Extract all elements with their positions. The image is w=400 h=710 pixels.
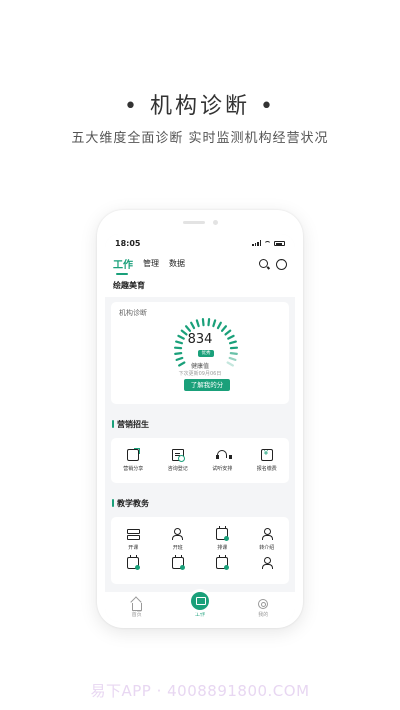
teaching-grid: 开课 开班 排课 转介绍: [111, 517, 289, 584]
gauge-tick: [228, 356, 237, 361]
phone-screen: 18:05 工作 管理 数据 绘趣美育 机构诊断 834 优秀 健康值 下次更新…: [105, 234, 295, 622]
calendar-icon: [127, 555, 141, 570]
gauge-tick: [220, 325, 228, 332]
calendar-icon: [216, 555, 230, 570]
camera: [212, 220, 218, 225]
org-name: 绘趣美育: [105, 278, 295, 297]
search-icon[interactable]: [259, 259, 270, 270]
gauge-tick: [216, 321, 222, 330]
tabbar-label: 首页: [131, 612, 142, 618]
gauge-tick: [195, 319, 200, 328]
teaching-item-more-4[interactable]: [245, 554, 290, 576]
calendar-icon: [171, 555, 185, 570]
item-label: 报名缴费: [256, 466, 277, 472]
wifi-icon: [264, 240, 271, 246]
schedule-icon: [216, 526, 230, 541]
tabbar-home[interactable]: 首页: [117, 601, 157, 618]
teaching-item-class[interactable]: 开班: [156, 525, 201, 554]
user-icon: [261, 557, 273, 569]
diagnosis-card: 机构诊断 834 优秀 健康值 下次更新09月06日 了解我的分: [111, 302, 289, 404]
gauge-tick: [184, 325, 192, 332]
gauge-tick: [207, 318, 211, 327]
status-icons: [252, 240, 285, 246]
item-label: 咨询登记: [167, 466, 188, 472]
class-icon: [171, 528, 184, 540]
item-label: 开班: [172, 545, 183, 551]
gauge-tick: [212, 319, 217, 328]
profile-icon: [258, 599, 269, 609]
status-bar: 18:05: [105, 234, 295, 252]
marketing-item-payment[interactable]: 报名缴费: [245, 446, 290, 475]
tab-data[interactable]: 数据: [169, 258, 185, 272]
item-label: 转介绍: [259, 545, 275, 551]
next-update-text: 下次更新09月06日: [178, 371, 222, 377]
message-icon[interactable]: [276, 257, 287, 270]
signal-icon: [252, 240, 261, 246]
battery-icon: [274, 240, 285, 246]
item-label: 排课: [217, 545, 228, 551]
tabbar-work[interactable]: 工作: [180, 592, 220, 618]
teaching-item-schedule[interactable]: 排课: [200, 525, 245, 554]
grade-badge: 优秀: [198, 350, 214, 357]
gauge-tick: [201, 318, 205, 327]
speaker: [182, 221, 205, 224]
app-header: 工作 管理 数据: [105, 252, 295, 278]
watermark: 易下APP · 4008891800.COM: [90, 682, 310, 700]
course-icon: [127, 528, 141, 540]
referral-icon: [261, 528, 273, 540]
phone-top-bar: [97, 220, 303, 225]
status-time: 18:05: [115, 238, 141, 248]
teaching-item-referral[interactable]: 转介绍: [245, 525, 290, 554]
teaching-section-title: 教学教务: [105, 488, 295, 512]
learn-score-button[interactable]: 了解我的分: [184, 379, 230, 391]
tab-work[interactable]: 工作: [113, 256, 133, 275]
item-label: 营销分享: [123, 466, 144, 472]
teaching-item-more-3[interactable]: [200, 554, 245, 576]
health-score: 834: [187, 332, 213, 347]
headset-icon: [216, 449, 233, 461]
item-label: 开课: [128, 545, 139, 551]
item-label: 试听安排: [212, 466, 233, 472]
gauge-tick: [190, 321, 196, 330]
bottom-tab-bar: 首页 工作 我的: [105, 592, 295, 622]
page-headline: • 机构诊断 •: [124, 94, 276, 119]
gauge-tick: [175, 356, 184, 361]
home-icon: [131, 603, 142, 611]
marketing-section-title: 营销招生: [105, 409, 295, 433]
payment-icon: [260, 449, 273, 461]
marketing-grid: 营销分享 咨询登记 试听安排 报名缴费: [111, 438, 289, 483]
share-icon: [127, 448, 141, 461]
gauge-tick: [229, 352, 238, 355]
tab-manage[interactable]: 管理: [143, 258, 159, 272]
tabbar-label: 我的: [258, 612, 269, 618]
teaching-item-more-2[interactable]: [156, 554, 201, 576]
register-icon: [171, 449, 185, 462]
page-subline: 五大维度全面诊断 实时监测机构经营状况: [71, 131, 329, 146]
header-actions: [259, 257, 287, 270]
marketing-item-share[interactable]: 营销分享: [111, 446, 156, 475]
gauge-tick: [174, 352, 183, 355]
teaching-item-course[interactable]: 开课: [111, 525, 156, 554]
marketing-item-trial[interactable]: 试听安排: [200, 446, 245, 475]
teaching-item-more-1[interactable]: [111, 554, 156, 576]
health-label: 健康值: [190, 363, 209, 370]
work-icon: [190, 592, 209, 610]
tabbar-profile[interactable]: 我的: [243, 599, 283, 618]
phone-mockup: 18:05 工作 管理 数据 绘趣美育 机构诊断 834 优秀 健康值 下次更新…: [97, 210, 303, 628]
tabbar-label: 工作: [194, 612, 205, 618]
marketing-item-register[interactable]: 咨询登记: [156, 446, 201, 475]
diagnosis-title: 机构诊断: [119, 309, 147, 317]
